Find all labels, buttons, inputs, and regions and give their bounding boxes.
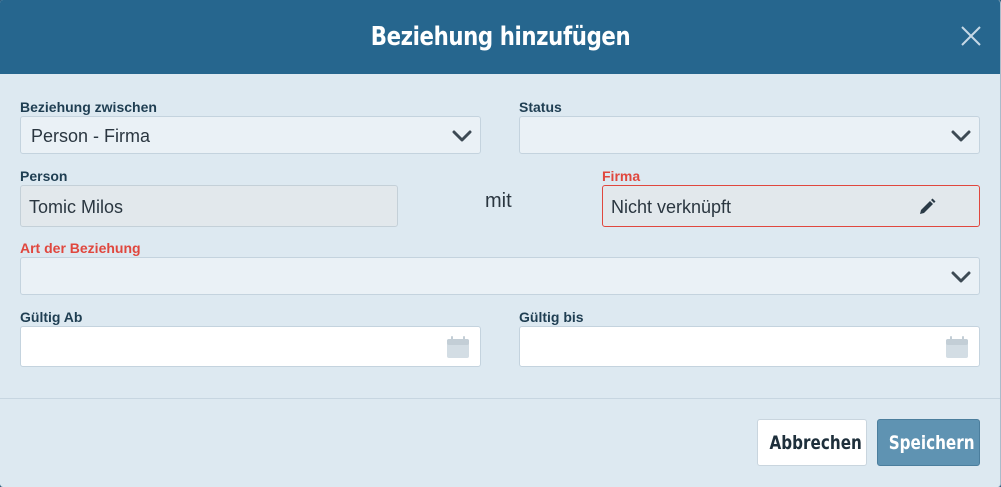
dialog-title: Beziehung hinzufügen bbox=[370, 22, 631, 52]
valid-until-label: Gültig bis bbox=[519, 309, 584, 325]
relation-type-label: Art der Beziehung bbox=[20, 240, 141, 256]
valid-from-input[interactable] bbox=[20, 326, 481, 367]
footer-divider bbox=[0, 398, 1000, 399]
firma-label: Firma bbox=[602, 168, 641, 184]
pencil-icon[interactable] bbox=[917, 197, 937, 217]
person-field: Tomic Milos bbox=[20, 185, 398, 227]
valid-from-label: Gültig Ab bbox=[20, 309, 83, 325]
cancel-button[interactable]: Abbrechen bbox=[757, 419, 867, 466]
cancel-button-label: Abbrechen bbox=[769, 432, 862, 454]
add-relation-dialog: Beziehung hinzufügen Beziehung zwischen … bbox=[0, 0, 1001, 487]
relation-between-select[interactable]: Person - Firma bbox=[20, 116, 481, 154]
valid-until-input[interactable] bbox=[519, 326, 980, 367]
save-button[interactable]: Speichern bbox=[877, 419, 980, 466]
chevron-down-icon bbox=[452, 130, 472, 142]
chevron-down-icon bbox=[951, 130, 971, 142]
person-label: Person bbox=[20, 168, 68, 184]
chevron-down-icon bbox=[951, 271, 971, 283]
connector-text: mit bbox=[485, 190, 512, 212]
relation-between-value: Person - Firma bbox=[31, 126, 151, 146]
calendar-icon[interactable] bbox=[446, 335, 470, 359]
save-button-label: Speichern bbox=[888, 432, 975, 454]
calendar-icon[interactable] bbox=[945, 335, 969, 359]
relation-type-select[interactable] bbox=[20, 257, 980, 295]
relation-between-label: Beziehung zwischen bbox=[20, 99, 157, 115]
status-label: Status bbox=[519, 99, 562, 115]
person-value: Tomic Milos bbox=[29, 197, 124, 217]
close-icon[interactable] bbox=[959, 24, 983, 48]
status-select[interactable] bbox=[519, 116, 980, 154]
firma-field[interactable]: Nicht verknüpft bbox=[602, 185, 980, 227]
firma-value: Nicht verknüpft bbox=[611, 197, 732, 217]
dialog-header: Beziehung hinzufügen bbox=[0, 0, 1000, 74]
